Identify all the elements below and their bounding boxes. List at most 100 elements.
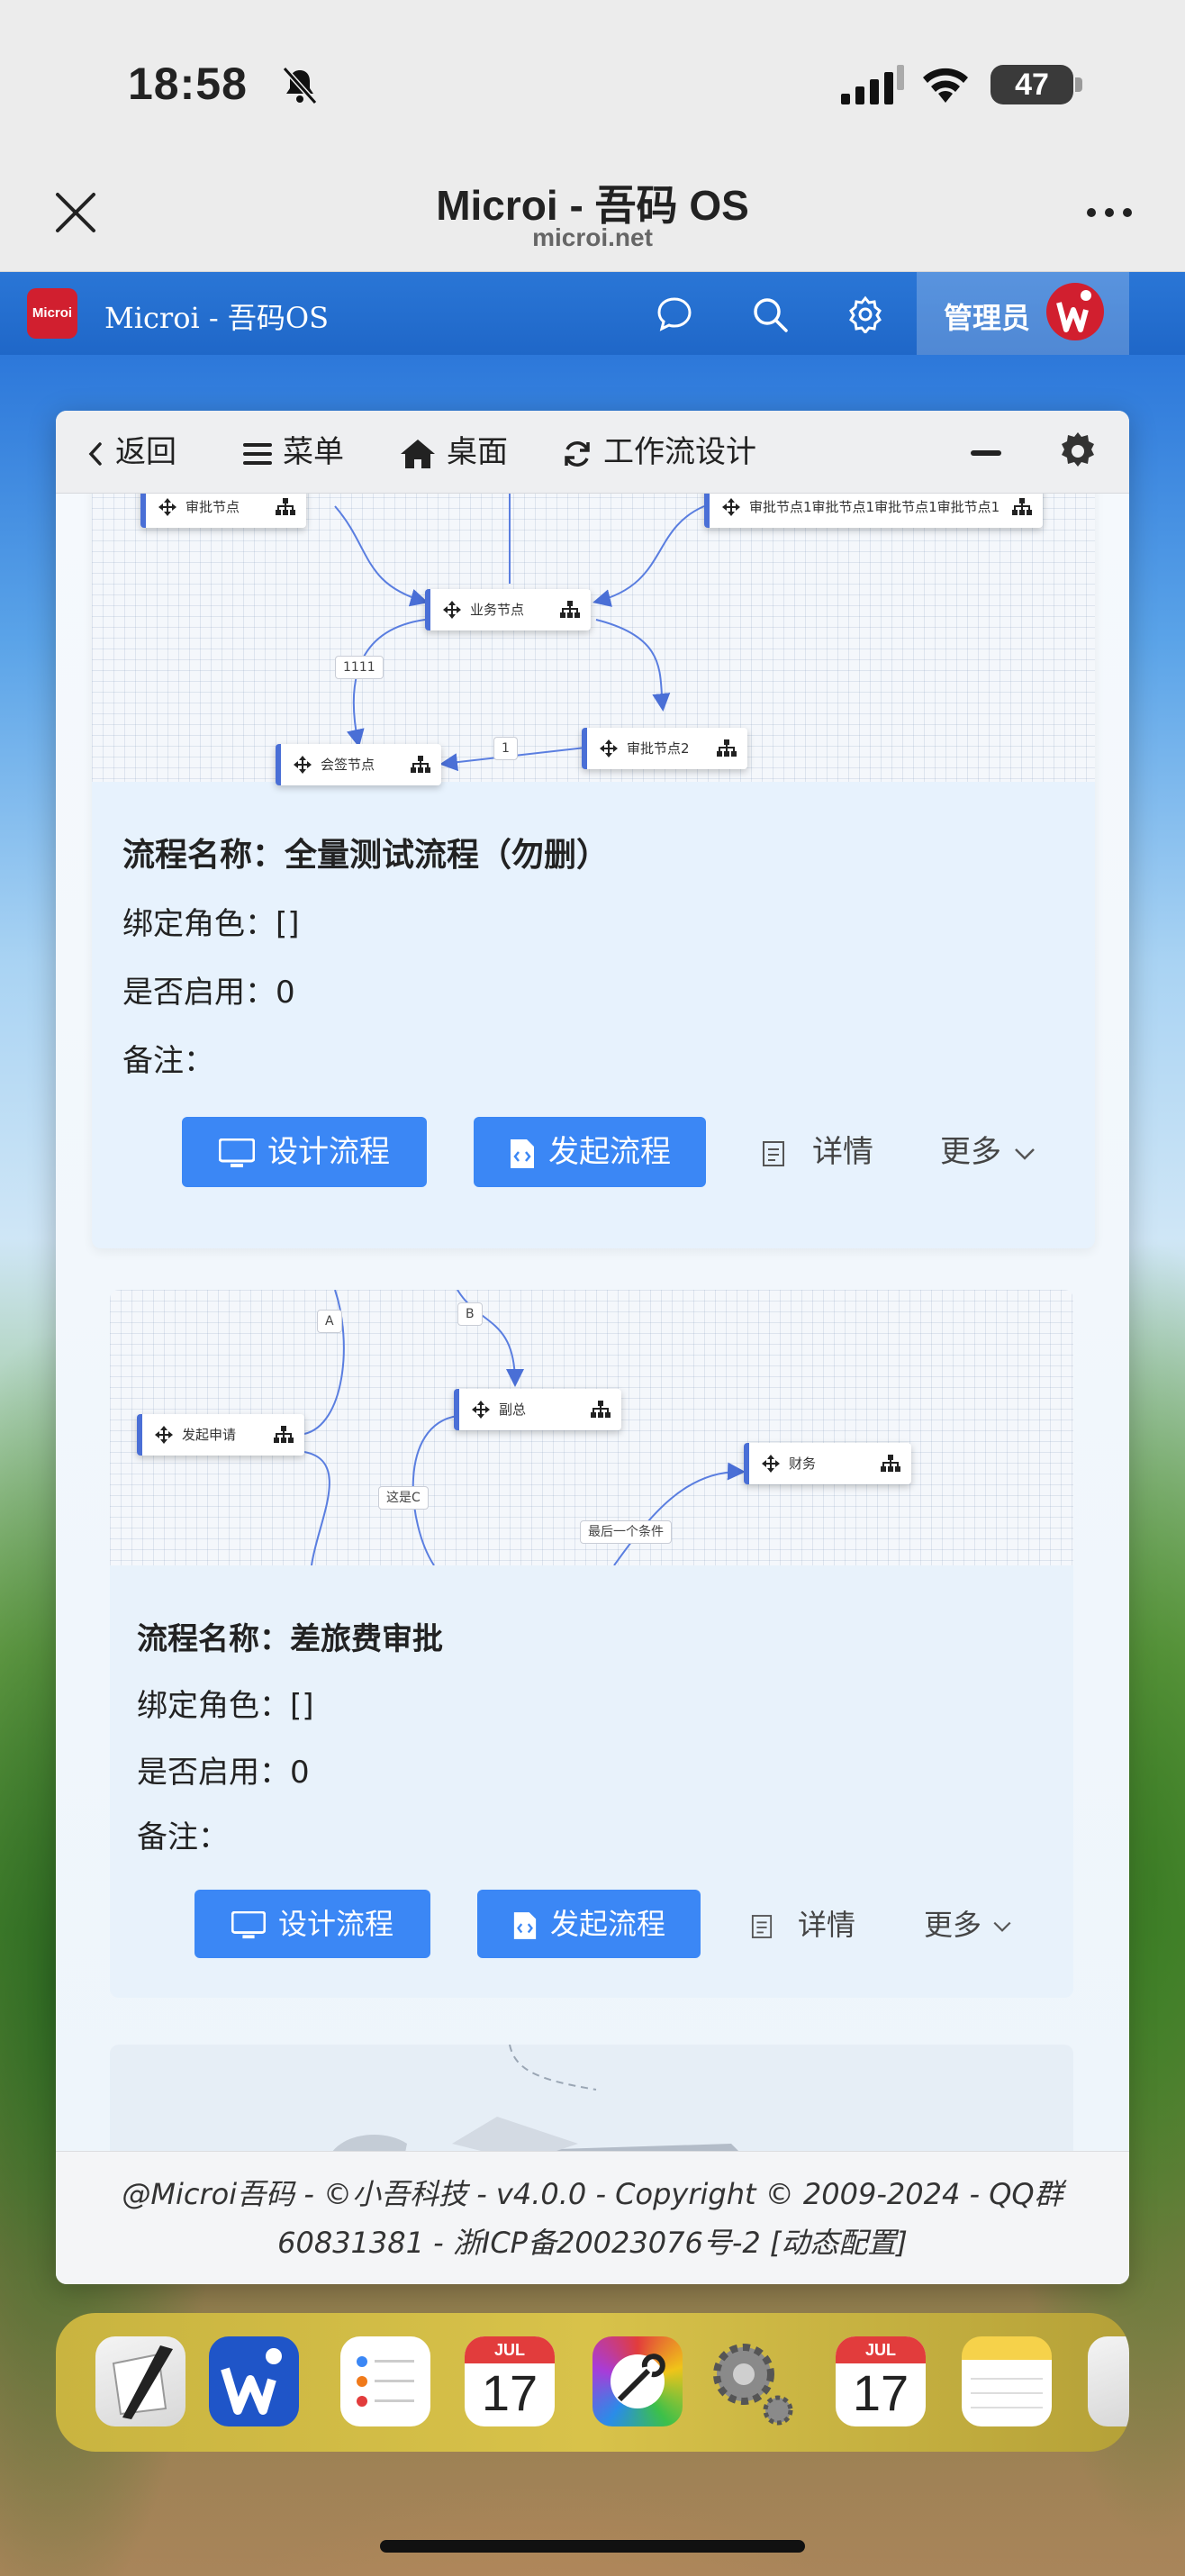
workflow-role: 绑定角色：[] — [137, 1681, 314, 1725]
workflow-diagram[interactable]: 审批节点 审批节点1审批节点1审批节点1审批节点1 业务节点 审批节点2 会签节… — [92, 494, 1095, 785]
settings-icon[interactable] — [846, 295, 884, 333]
menu-icon — [243, 442, 272, 465]
desktop-label: 桌面 — [447, 434, 508, 470]
workflow-role: 绑定角色：[] — [122, 899, 300, 943]
calendar-month: JUL — [836, 2336, 926, 2363]
design-label: 设计流程 — [277, 1907, 393, 1941]
minimize-button[interactable] — [971, 450, 1001, 456]
hierarchy-icon — [560, 601, 580, 618]
monitor-icon — [231, 1910, 267, 1939]
move-icon — [155, 1426, 173, 1444]
dock-app-calendar-2[interactable]: JUL 17 — [836, 2336, 926, 2426]
detail-button[interactable]: 详情 — [762, 1117, 873, 1187]
start-workflow-button[interactable]: 发起流程 — [477, 1890, 701, 1958]
workflow-card — [110, 2045, 1073, 2151]
more-options-icon[interactable] — [1084, 205, 1135, 220]
list-icon — [357, 2356, 414, 2407]
workflow-enabled: 是否启用：0 — [137, 1747, 310, 1791]
design-workflow-button[interactable]: 设计流程 — [182, 1117, 427, 1187]
bell-muted-icon — [282, 66, 318, 105]
edge-label: 1 — [493, 737, 518, 760]
name-label: 流程名称： — [122, 837, 285, 874]
enabled-label: 是否启用： — [122, 975, 276, 1011]
node-label: 审批节点2 — [627, 740, 690, 757]
dock-app-tools[interactable] — [592, 2336, 683, 2426]
desktop-button[interactable]: 桌面 — [400, 431, 508, 474]
workflow-window: 返回 菜单 桌面 工作流设计 审批节点 审批节点1审批节点1审批节点1审批节点1… — [56, 411, 1129, 2284]
refresh-icon — [565, 440, 590, 467]
dock-app-microi[interactable] — [209, 2336, 299, 2426]
move-icon — [472, 1401, 490, 1419]
diagram-node[interactable]: 副总 — [454, 1389, 621, 1430]
chevron-down-icon — [993, 1921, 1011, 1932]
status-bar: 18:58 47 — [0, 0, 1185, 153]
home-indicator[interactable] — [380, 2540, 805, 2553]
role-label: 绑定角色： — [137, 1688, 290, 1724]
calendar-month: JUL — [465, 2336, 555, 2363]
avatar[interactable] — [1046, 283, 1104, 340]
dock-app-memo[interactable] — [962, 2336, 1052, 2426]
window-settings-icon[interactable] — [1057, 431, 1099, 472]
move-icon — [600, 739, 618, 757]
move-icon — [722, 498, 740, 516]
dock-app-reminders[interactable] — [340, 2336, 430, 2426]
diagram-node[interactable]: 会签节点 — [276, 744, 441, 785]
diagram-node[interactable]: 财务 — [744, 1443, 911, 1484]
app-logo[interactable]: Microi — [27, 288, 77, 339]
hierarchy-icon — [274, 1426, 294, 1443]
diagram-node[interactable]: 发起申请 — [137, 1414, 304, 1456]
chat-icon[interactable] — [656, 295, 693, 333]
dock-app-notes[interactable] — [95, 2336, 185, 2426]
app-header: Microi Microi - 吾码OS 管理员 — [0, 272, 1185, 355]
workflow-design-label: 工作流设计 — [603, 434, 756, 470]
admin-menu[interactable]: 管理员 — [917, 272, 1129, 355]
more-label: 更多 — [940, 1134, 1001, 1170]
start-workflow-button[interactable]: 发起流程 — [474, 1117, 706, 1187]
window-toolbar: 返回 菜单 桌面 工作流设计 — [56, 411, 1129, 494]
hierarchy-icon — [276, 498, 295, 515]
chevron-down-icon — [1015, 1147, 1035, 1160]
monitor-icon — [218, 1138, 256, 1167]
dock-app-partial[interactable] — [1088, 2336, 1129, 2426]
edge-label: 这是C — [378, 1486, 429, 1510]
more-dropdown[interactable]: 更多 — [924, 1890, 1012, 1960]
hierarchy-icon — [881, 1455, 900, 1472]
workflow-design-tab[interactable]: 工作流设计 — [562, 431, 756, 474]
diagram-node[interactable]: 审批节点 — [140, 494, 306, 528]
diagram-node[interactable]: 审批节点1审批节点1审批节点1审批节点1 — [704, 494, 1043, 528]
empty-diagram-illustration — [333, 2045, 738, 2151]
detail-label: 详情 — [812, 1134, 873, 1170]
design-label: 设计流程 — [267, 1134, 390, 1170]
role-value: [] — [290, 1688, 314, 1724]
dock-app-settings[interactable] — [706, 2336, 796, 2426]
workflow-diagram[interactable]: 发起申请 副总 财务 A B 这是C 最后一个条件 — [110, 1290, 1073, 1565]
browser-url[interactable]: microi.net — [0, 223, 1185, 252]
edge-label: A — [317, 1310, 342, 1333]
footer-line-2[interactable]: 60831381 - 浙ICP备20023076号-2 [动态配置] — [56, 2218, 1129, 2267]
search-icon[interactable] — [751, 295, 789, 333]
back-button[interactable]: 返回 — [86, 431, 176, 474]
name-value: 差旅费审批 — [290, 1621, 443, 1657]
diagram-node[interactable]: 业务节点 — [425, 589, 591, 630]
menu-button[interactable]: 菜单 — [243, 431, 344, 474]
diagram-node[interactable]: 审批节点2 — [582, 728, 747, 769]
chevron-left-icon — [88, 441, 102, 466]
back-label: 返回 — [115, 434, 176, 470]
enabled-value: 0 — [276, 975, 295, 1011]
avatar-logo-icon — [1056, 290, 1091, 332]
remark-label: 备注： — [122, 1043, 214, 1079]
edge-label: 1111 — [335, 656, 384, 679]
workflow-list: 审批节点 审批节点1审批节点1审批节点1审批节点1 业务节点 审批节点2 会签节… — [56, 494, 1129, 2151]
design-workflow-button[interactable]: 设计流程 — [194, 1890, 430, 1958]
more-dropdown[interactable]: 更多 — [940, 1117, 1036, 1187]
workflow-name: 流程名称：差旅费审批 — [137, 1614, 443, 1658]
dock-app-calendar[interactable]: JUL 17 — [465, 2336, 555, 2426]
notepad-icon — [971, 2378, 1043, 2408]
app-dock: JUL 17 JUL 17 — [56, 2313, 1129, 2452]
microi-logo-icon — [221, 2348, 282, 2415]
detail-button[interactable]: 详情 — [751, 1890, 855, 1960]
footer-line-1: @Microi吾码 - ©小吾科技 - v4.0.0 - Copyright ©… — [122, 2177, 1063, 2211]
move-icon — [158, 498, 176, 516]
wifi-icon — [923, 68, 968, 103]
start-label: 发起流程 — [549, 1907, 665, 1941]
